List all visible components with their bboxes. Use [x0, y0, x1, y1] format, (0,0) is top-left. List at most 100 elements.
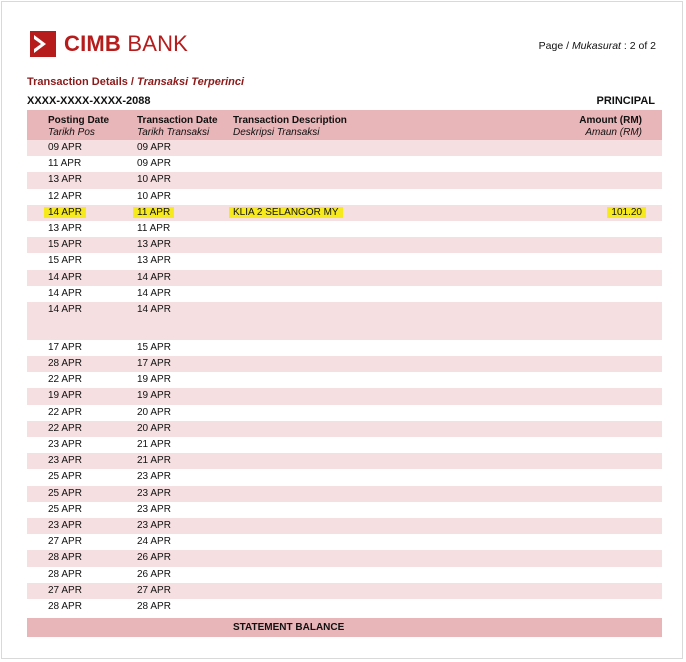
page-label: Page /	[538, 40, 572, 52]
header-posting-date-en: Posting Date	[48, 115, 110, 126]
transaction-date-cell: 26 APR	[137, 552, 171, 564]
posting-date-cell: 17 APR	[48, 341, 82, 353]
posting-date-cell: 14 APR	[48, 303, 82, 315]
table-row: 23 APR 23 APR	[27, 517, 662, 535]
posting-date-cell: 15 APR	[48, 239, 82, 251]
posting-date-cell: 22 APR	[48, 422, 82, 434]
logo-wordmark: CIMB BANK	[64, 31, 188, 57]
posting-date-cell: 28 APR	[48, 552, 82, 564]
transaction-date-cell: 14 APR	[137, 271, 171, 283]
table-row: 28 APR 26 APR	[27, 567, 662, 583]
posting-date-cell: 23 APR	[48, 519, 82, 531]
transaction-date-cell: 23 APR	[137, 487, 171, 499]
highlighted-text: 11 APR	[133, 206, 175, 218]
header-transaction-date: Transaction Date Tarikh Transaksi	[137, 115, 218, 139]
table-row: 17 APR 15 APR	[27, 340, 662, 356]
highlighted-text: 101.20	[607, 206, 646, 218]
header-amount-en: Amount (RM)	[579, 115, 642, 126]
table-row: 14 APR 14 APR	[27, 301, 662, 340]
posting-date-cell: 14 APR	[48, 271, 82, 283]
page-indicator: Page / Mukasurat : 2 of 2	[539, 40, 656, 52]
posting-date-cell: 13 APR	[48, 222, 82, 234]
transaction-date-cell: 10 APR	[137, 190, 171, 202]
table-row: 09 APR 09 APR	[27, 140, 662, 157]
table-row: 22 APR 20 APR	[27, 405, 662, 421]
highlighted-text: 14 APR	[44, 206, 86, 218]
transaction-date-cell: 21 APR	[137, 439, 171, 450]
posting-date-cell: 27 APR	[48, 584, 82, 596]
posting-date-cell: 19 APR	[48, 390, 82, 402]
header-description-ms: Deskripsi Transaksi	[233, 127, 320, 138]
transaction-date-cell: 14 APR	[137, 303, 171, 315]
transaction-date-cell: 13 APR	[137, 255, 171, 267]
transaction-date-cell: 11 APR	[133, 205, 175, 221]
transaction-date-cell: 15 APR	[137, 341, 171, 353]
logo-wordmark-light: BANK	[121, 31, 189, 56]
table-row: 28 APR 17 APR	[27, 356, 662, 373]
posting-date-cell: 15 APR	[48, 255, 82, 267]
table-row: 22 APR 20 APR	[27, 420, 662, 437]
page-number: : 2 of 2	[620, 40, 656, 52]
header-transaction-date-en: Transaction Date	[137, 115, 218, 126]
table-row: 13 APR 10 APR	[27, 172, 662, 189]
header-amount: Amount (RM) Amaun (RM)	[579, 115, 642, 139]
posting-date-cell: 13 APR	[48, 174, 82, 186]
section-title-english: Transaction Details /	[27, 76, 138, 88]
transaction-table: Posting Date Tarikh Pos Transaction Date…	[27, 110, 662, 638]
table-row: 14 APR 14 APR	[27, 286, 662, 302]
table-row: 27 APR 24 APR	[27, 534, 662, 550]
table-row: 25 APR 23 APR	[27, 485, 662, 502]
table-row: 11 APR 09 APR	[27, 156, 662, 172]
header-description: Transaction Description Deskripsi Transa…	[233, 115, 347, 139]
header-description-en: Transaction Description	[233, 115, 347, 126]
transaction-date-cell: 11 APR	[137, 222, 171, 234]
table-row: 28 APR 26 APR	[27, 550, 662, 567]
posting-date-cell: 28 APR	[48, 600, 82, 612]
transaction-date-cell: 09 APR	[137, 142, 171, 153]
transaction-date-cell: 20 APR	[137, 406, 171, 418]
transaction-date-cell: 13 APR	[137, 239, 171, 251]
page-label-malay: Mukasurat	[571, 40, 621, 52]
header-posting-date: Posting Date Tarikh Pos	[48, 115, 109, 139]
posting-date-cell: 28 APR	[48, 568, 82, 580]
statement-balance-row: STATEMENT BALANCE	[27, 618, 662, 638]
table-row: 12 APR 10 APR	[27, 189, 662, 205]
cimb-logo: CIMB BANK	[30, 31, 188, 57]
transaction-date-cell: 24 APR	[137, 536, 171, 548]
posting-date-cell: 28 APR	[48, 358, 82, 370]
table-row: 13 APR 11 APR	[27, 221, 662, 237]
cimb-logo-icon	[30, 31, 56, 57]
header-amount-ms: Amaun (RM)	[585, 127, 642, 138]
table-row: 27 APR 27 APR	[27, 582, 662, 599]
transaction-date-cell: 09 APR	[137, 158, 171, 170]
posting-date-cell: 27 APR	[48, 536, 82, 548]
table-row: 23 APR 21 APR	[27, 453, 662, 470]
posting-date-cell: 25 APR	[48, 471, 82, 483]
transaction-date-cell: 23 APR	[137, 471, 171, 483]
card-number: XXXX-XXXX-XXXX-2088	[27, 95, 151, 107]
posting-date-cell: 09 APR	[48, 142, 82, 153]
table-row: 15 APR 13 APR	[27, 237, 662, 254]
posting-date-cell: 12 APR	[48, 190, 82, 202]
transaction-date-cell: 17 APR	[137, 358, 171, 370]
table-header: Posting Date Tarikh Pos Transaction Date…	[27, 110, 662, 140]
posting-date-cell: 23 APR	[48, 455, 82, 467]
section-title-malay: Transaksi Terperinci	[137, 76, 245, 88]
posting-date-cell: 11 APR	[48, 158, 82, 170]
table-row: 25 APR 23 APR	[27, 469, 662, 485]
transaction-date-cell: 19 APR	[137, 374, 171, 386]
posting-date-cell: 22 APR	[48, 406, 82, 418]
transaction-date-cell: 26 APR	[137, 568, 171, 580]
statement-page: CIMB BANK Page / Mukasurat : 2 of 2 Tran…	[1, 1, 683, 659]
header-posting-date-ms: Tarikh Pos	[48, 127, 95, 138]
posting-date-cell: 14 APR	[44, 205, 86, 221]
principal-label: PRINCIPAL	[596, 95, 655, 107]
table-row: 23 APR 21 APR	[27, 437, 662, 453]
highlighted-text: KLIA 2 SELANGOR MY	[229, 206, 343, 218]
section-title: Transaction Details / Transaksi Terperin…	[27, 76, 244, 88]
description-cell: KLIA 2 SELANGOR MY	[229, 205, 343, 221]
transaction-date-cell: 28 APR	[137, 600, 171, 612]
transaction-date-cell: 14 APR	[137, 287, 171, 299]
posting-date-cell: 25 APR	[48, 503, 82, 515]
posting-date-cell: 23 APR	[48, 439, 82, 450]
